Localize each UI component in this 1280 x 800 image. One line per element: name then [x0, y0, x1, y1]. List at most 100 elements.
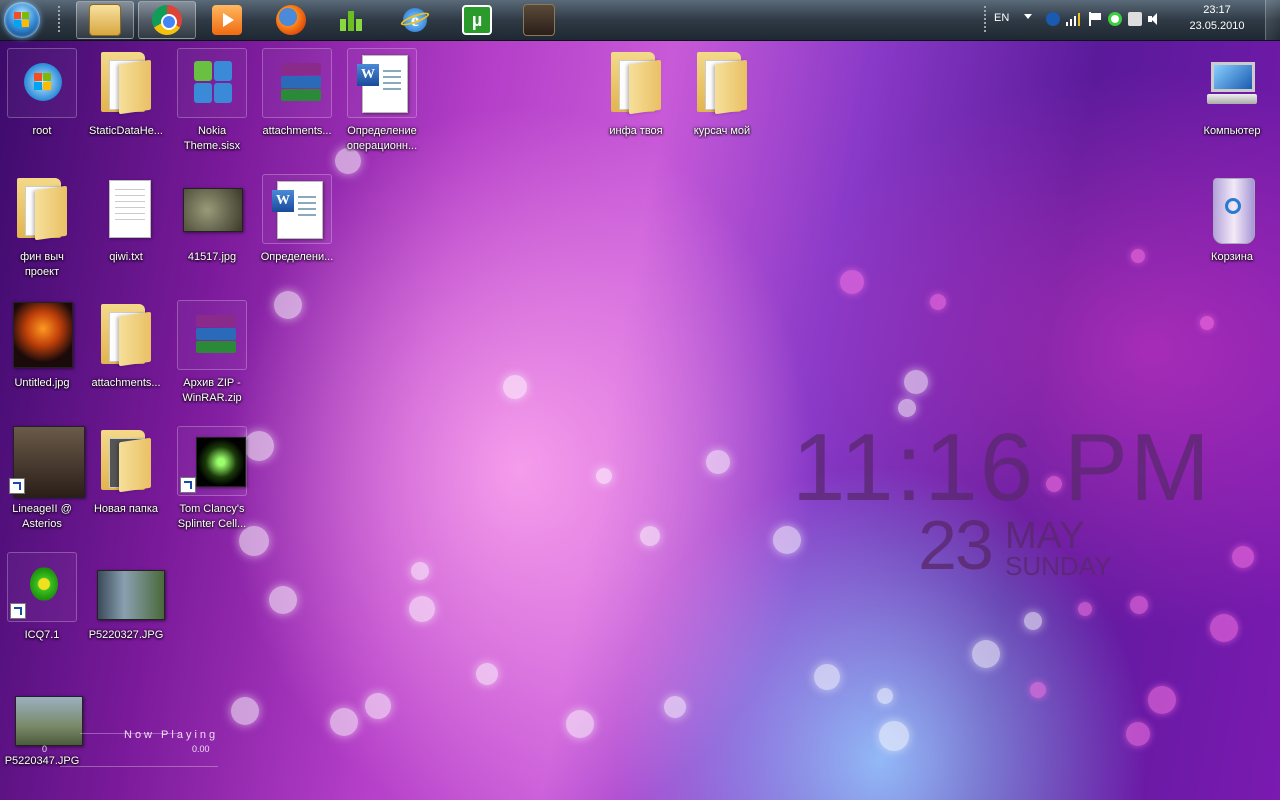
- firefox-icon: [276, 5, 306, 35]
- folder-icon: [91, 48, 161, 118]
- desktop-icon-nokia-theme[interactable]: Nokia Theme.sisx: [170, 48, 254, 154]
- system-tray: EN 23:17 23.05.2010: [980, 0, 1280, 40]
- green-circle-tray-icon[interactable]: [1108, 12, 1122, 26]
- clock-gadget-time: 11:16 PM: [792, 418, 1212, 518]
- shortcut-arrow-icon: [9, 478, 25, 494]
- desktop-icon-label: Nokia Theme.sisx: [183, 125, 241, 152]
- desktop-icon-label: курсач мой: [693, 125, 751, 137]
- show-desktop-button[interactable]: [1265, 0, 1280, 40]
- desktop-icon-lineage-shortcut[interactable]: LineageII @ Asterios: [0, 426, 85, 532]
- desktop-icon-recycle-bin[interactable]: Корзина: [1190, 174, 1274, 265]
- desktop-icon-computer[interactable]: Компьютер: [1190, 48, 1274, 139]
- desktop-icon-new-folder[interactable]: Новая папка: [84, 426, 168, 517]
- network-app-icon[interactable]: [1046, 12, 1060, 26]
- desktop-icon-label: инфа твоя: [609, 125, 663, 137]
- desktop-icon-label: Untitled.jpg: [14, 377, 70, 389]
- desktop-icon-label: Новая папка: [93, 503, 159, 515]
- word-document-icon: W: [262, 174, 332, 244]
- desktop-icon-untitled-jpg[interactable]: Untitled.jpg: [0, 300, 84, 391]
- splinter-cell-game-icon: [177, 426, 247, 496]
- text-file-icon: [91, 174, 161, 244]
- desktop-icon-label: Компьютер: [1203, 125, 1261, 137]
- desktop-icon-info-folder[interactable]: инфа твоя: [594, 48, 678, 139]
- taskbar-explorer-button[interactable]: [76, 1, 134, 39]
- folder-icon: [601, 48, 671, 118]
- desktop-icon-attachments-folder[interactable]: attachments...: [84, 300, 168, 391]
- computer-icon: [1197, 48, 1267, 118]
- desktop-icon-label: attachments...: [262, 125, 332, 137]
- folder-icon: [91, 300, 161, 370]
- desktop-icon-label: ICQ7.1: [24, 629, 60, 641]
- desktop-icon-label: Корзина: [1211, 251, 1253, 263]
- desktop-icon-label: Определени...: [260, 251, 334, 263]
- show-hidden-icons-arrow[interactable]: [1024, 14, 1032, 19]
- folder-icon: [91, 426, 161, 496]
- desktop-icon-label: 41517.jpg: [187, 251, 237, 263]
- desktop-icon-label: Tom Clancy's Splinter Cell...: [177, 503, 247, 530]
- word-document-icon: W: [347, 48, 417, 118]
- shortcut-arrow-icon: [180, 477, 196, 493]
- power-icon[interactable]: [1128, 12, 1142, 26]
- start-button[interactable]: [4, 2, 40, 38]
- desktop-icon-fin-project-folder[interactable]: фин выч проект: [0, 174, 84, 280]
- action-center-flag-icon[interactable]: [1088, 12, 1102, 26]
- desktop-icon-qiwi-txt[interactable]: qiwi.txt: [84, 174, 168, 265]
- desktop-icon-attachments-rar[interactable]: attachments...: [255, 48, 339, 139]
- taskbar: e µ EN 23:17 23.05.2010: [0, 0, 1280, 41]
- desktop-icon-splinter-cell-shortcut[interactable]: Tom Clancy's Splinter Cell...: [170, 426, 254, 532]
- lineage-game-icon: [7, 426, 85, 498]
- clock-gadget-day: 23: [918, 506, 994, 584]
- desktop-icon-label: qiwi.txt: [109, 251, 143, 263]
- internet-explorer-icon: e: [399, 5, 431, 35]
- nokia-installer-icon: [177, 48, 247, 118]
- signal-icon[interactable]: [1066, 12, 1080, 26]
- image-thumbnail-icon: [91, 552, 165, 622]
- image-thumbnail-icon: [177, 174, 247, 244]
- winrar-archive-icon: [262, 48, 332, 118]
- taskbar-lineage-button[interactable]: [510, 1, 568, 39]
- now-playing-gadget[interactable]: Now Playing 0 0.00: [42, 725, 220, 770]
- desktop-icon-label: StaticDataHe...: [89, 125, 163, 137]
- shortcut-arrow-icon: [10, 603, 26, 619]
- taskbar-media-player-button[interactable]: [198, 1, 256, 39]
- volume-icon[interactable]: [1148, 12, 1162, 26]
- taskbar-green-app-button[interactable]: [322, 1, 380, 39]
- clock-gadget-month: MAY: [1005, 515, 1085, 557]
- taskbar-utorrent-button[interactable]: µ: [448, 1, 506, 39]
- green-app-icon: [336, 5, 366, 35]
- desktop-icon-word-doc-1[interactable]: W Определение операционн...: [340, 48, 424, 154]
- tray-clock-time[interactable]: 23:17: [1182, 4, 1252, 16]
- tray-clock-date[interactable]: 23.05.2010: [1182, 20, 1252, 32]
- desktop-icon-41517-jpg[interactable]: 41517.jpg: [170, 174, 254, 265]
- taskbar-firefox-button[interactable]: [262, 1, 320, 39]
- desktop-icon-staticdata-folder[interactable]: StaticDataHe...: [84, 48, 168, 139]
- folder-icon: [7, 174, 77, 244]
- taskbar-chrome-button[interactable]: [138, 1, 196, 39]
- language-indicator[interactable]: EN: [994, 12, 1009, 24]
- taskbar-separator: [58, 6, 60, 34]
- chrome-icon: [152, 5, 182, 35]
- desktop-icon-coursework-folder[interactable]: курсач мой: [680, 48, 764, 139]
- desktop-icon-p5220327-jpg[interactable]: P5220327.JPG: [84, 552, 168, 643]
- desktop-icon-label: Определение операционн...: [346, 125, 418, 152]
- windows-logo-icon: [14, 12, 30, 28]
- now-playing-time: 0.00: [192, 744, 210, 754]
- clock-gadget-weekday: SUNDAY: [1005, 551, 1112, 581]
- lineage-icon: [523, 4, 555, 36]
- media-player-icon: [212, 5, 242, 35]
- desktop-icon-label: P5220327.JPG: [88, 629, 164, 641]
- now-playing-count: 0: [42, 744, 48, 754]
- desktop-icon-root[interactable]: root: [0, 48, 84, 139]
- desktop-icon-label: LineageII @ Asterios: [12, 503, 72, 530]
- explorer-icon: [89, 4, 121, 36]
- taskbar-ie-button[interactable]: e: [386, 1, 444, 39]
- desktop-icon-icq-shortcut[interactable]: ICQ7.1: [0, 552, 84, 643]
- desktop-icon-label: root: [32, 125, 52, 137]
- desktop-icon-label: Архив ZIP - WinRAR.zip: [182, 377, 242, 404]
- recycle-bin-icon: [1197, 174, 1267, 244]
- now-playing-title: Now Playing: [124, 729, 219, 741]
- desktop-icon-word-doc-2[interactable]: W Определени...: [255, 174, 339, 265]
- desktop-icon-zip-archive[interactable]: Архив ZIP - WinRAR.zip: [170, 300, 254, 406]
- desktop-icon-label: фин выч проект: [20, 251, 64, 278]
- image-thumbnail-icon: [7, 300, 77, 370]
